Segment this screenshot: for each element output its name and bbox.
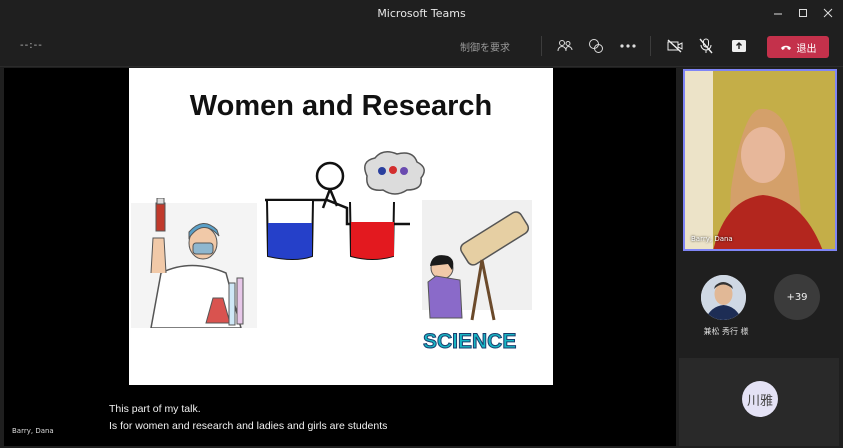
meeting-timer: --:-- (20, 40, 43, 51)
avatar[interactable] (701, 275, 746, 320)
participant-initials: 川雅 (746, 393, 773, 409)
participant-name: 兼松 秀行 様 (703, 327, 749, 336)
request-control-button[interactable]: 制御を要求 (460, 39, 510, 54)
leave-label: 退出 (796, 43, 817, 55)
live-captions: This part of my talk. Is for women and r… (109, 401, 387, 435)
minimize-icon[interactable] (765, 0, 791, 26)
phone-icon (780, 45, 791, 50)
caption-line: Is for women and research and ladies and… (109, 420, 388, 432)
participant-video-name: Barry, Dana (691, 235, 733, 243)
mic-off-icon[interactable] (696, 36, 716, 56)
caption-line: This part of my talk. (109, 403, 201, 415)
camera-off-icon[interactable] (665, 36, 685, 56)
participant-photo (701, 275, 746, 320)
shared-slide: Women and Research SCIENCE (129, 68, 553, 385)
slide-title: Women and Research (189, 90, 493, 122)
participant-video (685, 71, 835, 249)
science-label: SCIENCE (423, 330, 516, 353)
telescope-girl-illustration: SCIENCE (422, 200, 532, 354)
title-bar: Microsoft Teams (0, 0, 843, 26)
overflow-count: +39 (786, 291, 808, 303)
leave-button[interactable]: 退出 (767, 36, 829, 58)
window-title: Microsoft Teams (377, 6, 466, 20)
participant-video-tile[interactable]: Barry, Dana (683, 69, 837, 251)
toolbar-divider (650, 36, 651, 56)
meeting-toolbar: --:-- 制御を要求 退出 (0, 26, 843, 67)
scientist-illustration (131, 198, 257, 328)
more-icon[interactable] (618, 36, 638, 56)
avatar-initials: 川雅 (742, 381, 778, 417)
participant-tile[interactable]: 川雅 (679, 358, 839, 446)
more-participants-button[interactable]: +39 (774, 274, 820, 320)
presenter-label: Barry, Dana (12, 427, 54, 435)
people-icon[interactable] (555, 36, 575, 56)
close-icon[interactable] (815, 0, 841, 26)
chat-icon[interactable] (586, 36, 606, 56)
maximize-icon[interactable] (790, 0, 816, 26)
share-icon[interactable] (729, 36, 749, 56)
beakers-stick-figure-illustration (265, 151, 425, 260)
toolbar-divider (541, 36, 542, 56)
